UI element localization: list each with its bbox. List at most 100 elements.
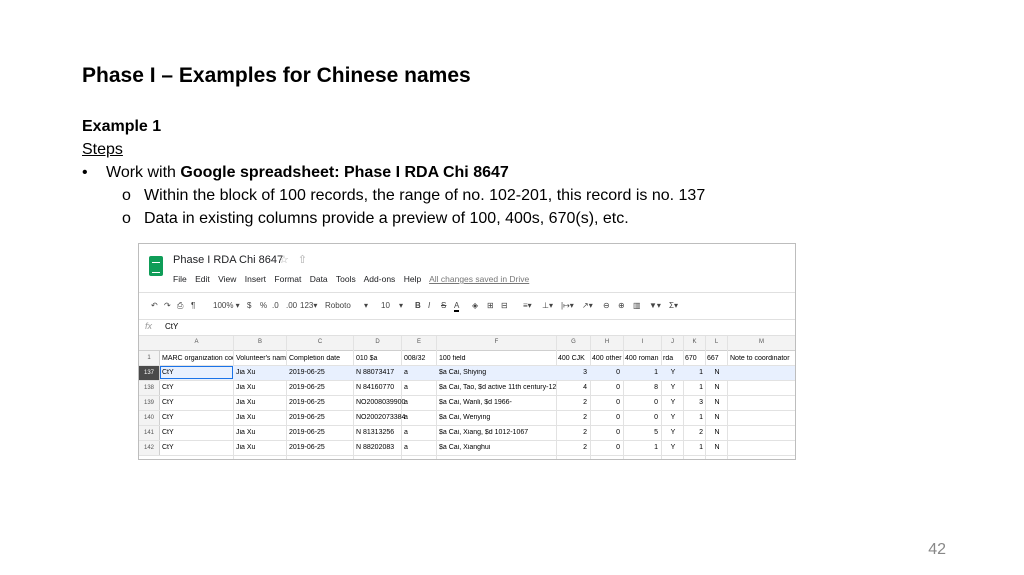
table-cell[interactable]: a <box>404 399 408 406</box>
column-header-f[interactable]: F <box>437 339 556 345</box>
table-cell[interactable]: Jia Xu <box>236 429 255 436</box>
table-cell[interactable]: 2019-06-25 <box>289 399 325 406</box>
menu-addons[interactable]: Add-ons <box>364 274 396 284</box>
table-cell[interactable]: CtY <box>162 414 174 421</box>
table-cell[interactable]: 0 <box>592 444 620 451</box>
menu-tools[interactable]: Tools <box>336 274 356 284</box>
paint-format-icon[interactable]: ¶ <box>191 301 195 310</box>
table-cell[interactable]: 0 <box>592 369 620 376</box>
strikethrough-button[interactable]: S <box>441 301 446 310</box>
table-cell[interactable]: 1 <box>625 369 658 376</box>
menu-edit[interactable]: Edit <box>195 274 210 284</box>
row-header[interactable]: 138 <box>139 381 160 395</box>
table-cell[interactable]: Volunteer's name <box>236 355 286 362</box>
table-cell[interactable]: N <box>707 369 727 376</box>
table-cell[interactable]: 008/32 <box>404 355 436 362</box>
table-cell[interactable]: CtY <box>162 369 174 376</box>
text-rotation-icon[interactable]: ↗▾ <box>582 301 593 310</box>
column-header-c[interactable]: C <box>287 339 353 345</box>
table-cell[interactable]: 4 <box>558 384 587 391</box>
table-cell[interactable]: a <box>404 384 408 391</box>
table-cell[interactable]: a <box>404 414 408 421</box>
table-cell[interactable]: Completion date <box>289 355 353 362</box>
table-cell[interactable]: rda <box>663 355 683 362</box>
functions-icon[interactable]: Σ▾ <box>669 301 678 310</box>
table-cell[interactable]: N <box>707 384 727 391</box>
redo-icon[interactable]: ↷ <box>164 301 171 310</box>
menu-insert[interactable]: Insert <box>245 274 266 284</box>
undo-icon[interactable]: ↶ <box>151 301 158 310</box>
table-cell[interactable]: 667 <box>707 355 727 362</box>
table-row[interactable]: 140 CtY Jia Xu 2019-06-25 NO2002073384 a… <box>139 411 795 426</box>
menu-file[interactable]: File <box>173 274 187 284</box>
insert-comment-icon[interactable]: ⊕ <box>618 301 625 310</box>
table-cell[interactable]: CtY <box>162 429 174 436</box>
borders-icon[interactable]: ⊞ <box>487 301 494 310</box>
table-cell[interactable]: 1 <box>685 369 703 376</box>
table-cell[interactable]: 2 <box>558 399 587 406</box>
row-header[interactable]: 139 <box>139 396 160 410</box>
text-color-button[interactable]: A <box>454 301 460 312</box>
table-row[interactable]: 1 MARC organization code Volunteer's nam… <box>139 351 795 366</box>
table-cell[interactable]: 2 <box>558 444 587 451</box>
star-move-icons[interactable]: ☆ ⇧ <box>279 253 310 266</box>
table-cell[interactable]: 3 <box>558 369 587 376</box>
table-cell[interactable]: CtY <box>162 444 174 451</box>
vertical-align-icon[interactable]: ⊥▾ <box>542 301 553 310</box>
table-cell[interactable]: N 81313256 <box>356 429 394 436</box>
table-cell[interactable]: 1 <box>685 384 703 391</box>
table-row[interactable]: 142 CtY Jia Xu 2019-06-25 N 88202083 a $… <box>139 441 795 456</box>
table-cell[interactable]: Jia Xu <box>236 384 255 391</box>
table-row[interactable]: 139 CtY Jia Xu 2019-06-25 NO2008039900 a… <box>139 396 795 411</box>
table-cell[interactable]: a <box>404 444 408 451</box>
italic-button[interactable]: I <box>428 301 430 310</box>
table-cell[interactable]: Jia Xu <box>236 414 255 421</box>
table-cell[interactable]: 2019-06-25 <box>289 369 325 376</box>
table-cell[interactable]: 1 <box>625 444 658 451</box>
table-row[interactable]: 141 CtY Jia Xu 2019-06-25 N 81313256 a $… <box>139 426 795 441</box>
table-cell[interactable]: 2019-06-25 <box>289 444 325 451</box>
table-cell[interactable]: NO2002073384 <box>356 414 405 421</box>
table-cell[interactable]: Y <box>663 444 683 451</box>
insert-link-icon[interactable]: ⊖ <box>603 301 610 310</box>
table-cell[interactable]: 1 <box>685 444 703 451</box>
zoom-select[interactable]: 100% ▾ <box>213 301 240 310</box>
table-cell[interactable]: $a Cai, Wenying <box>439 414 556 421</box>
font-size-select[interactable]: 10 <box>381 301 390 310</box>
column-header-e[interactable]: E <box>402 339 436 345</box>
table-cell[interactable]: N 88073417 <box>356 369 394 376</box>
table-cell[interactable]: 400 CJK <box>558 355 590 362</box>
table-cell[interactable]: Note to coordinator <box>730 355 795 362</box>
table-cell[interactable]: a <box>404 429 408 436</box>
table-cell[interactable]: 400 other <box>592 355 623 362</box>
table-cell[interactable]: Jia Xu <box>236 399 255 406</box>
column-header-i[interactable]: I <box>624 339 661 345</box>
horizontal-align-icon[interactable]: ≡▾ <box>523 301 532 310</box>
column-header-d[interactable]: D <box>354 339 401 345</box>
table-cell[interactable]: 1 <box>685 414 703 421</box>
table-cell[interactable]: Y <box>663 384 683 391</box>
table-cell[interactable]: 0 <box>592 414 620 421</box>
table-cell[interactable]: 2019-06-25 <box>289 414 325 421</box>
table-cell[interactable]: N <box>707 414 727 421</box>
table-cell[interactable]: CtY <box>162 399 174 406</box>
menu-format[interactable]: Format <box>274 274 301 284</box>
table-cell[interactable]: 670 <box>685 355 705 362</box>
table-cell[interactable]: 0 <box>625 414 658 421</box>
row-header[interactable]: 140 <box>139 411 160 425</box>
table-cell[interactable]: 8 <box>625 384 658 391</box>
table-cell[interactable]: 2 <box>685 429 703 436</box>
menu-help[interactable]: Help <box>404 274 421 284</box>
row-header[interactable]: 142 <box>139 441 160 455</box>
table-cell[interactable]: 5 <box>625 429 658 436</box>
bold-button[interactable]: B <box>415 301 421 310</box>
table-cell[interactable]: $a Cai, Wanli, $d 1966- <box>439 399 556 406</box>
table-cell[interactable]: 0 <box>592 429 620 436</box>
decrease-decimal-button[interactable]: .0 <box>272 301 279 310</box>
fill-color-icon[interactable]: ◈ <box>472 301 478 310</box>
table-cell[interactable]: Y <box>663 369 683 376</box>
table-row[interactable]: 137 CtY Jia Xu 2019-06-25 N 88073417 a $… <box>139 366 795 381</box>
column-header-j[interactable]: J <box>662 339 683 345</box>
google-sheets-logo-icon[interactable] <box>149 256 163 276</box>
table-cell[interactable]: N 84160770 <box>356 384 394 391</box>
